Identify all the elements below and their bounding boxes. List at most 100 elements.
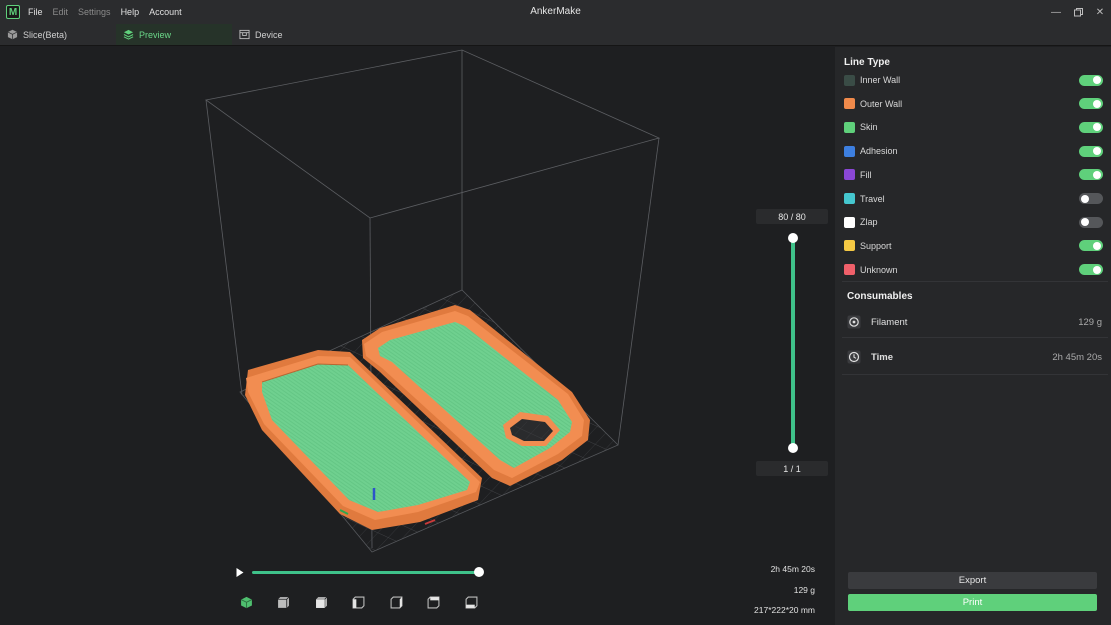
toggle-knob	[1093, 147, 1101, 156]
line-type-row: Zlap	[844, 211, 1103, 233]
tab-preview[interactable]: Preview	[116, 24, 232, 45]
layer-slider-bottom-handle[interactable]	[788, 443, 798, 453]
line-type-label: Unknown	[860, 264, 898, 275]
left-view-icon	[352, 596, 365, 608]
line-type-color-swatch	[844, 145, 855, 157]
line-type-toggle[interactable]	[1079, 216, 1103, 228]
filament-value: 129 g	[1078, 316, 1102, 328]
line-type-row: Adhesion	[844, 140, 1103, 162]
view-back-button[interactable]	[426, 594, 442, 610]
play-icon[interactable]	[235, 567, 245, 578]
playback-progress-track[interactable]	[252, 571, 480, 574]
tab-device[interactable]: Device	[232, 24, 348, 45]
line-type-label: Adhesion	[860, 146, 898, 157]
line-type-row: Travel	[844, 188, 1103, 210]
view-right-button[interactable]	[388, 594, 404, 610]
toggle-knob	[1081, 218, 1089, 227]
line-type-color-swatch	[844, 193, 855, 204]
layer-bottom-counter[interactable]: 1 / 1	[756, 461, 828, 476]
toggle-knob	[1093, 265, 1101, 274]
export-button[interactable]: Export	[848, 572, 1097, 589]
consumables-title: Consumables	[847, 291, 913, 302]
view-front-button[interactable]	[276, 594, 292, 610]
toggle-knob	[1093, 76, 1101, 84]
line-type-color-swatch	[844, 98, 855, 110]
line-type-row: Unknown	[844, 259, 1103, 281]
menu-settings[interactable]: Settings	[78, 7, 111, 17]
line-type-row: Support	[844, 235, 1103, 257]
print-time-stat: 2h 45m 20s	[770, 564, 815, 574]
toggle-knob	[1093, 170, 1101, 179]
back-view-icon	[427, 596, 440, 608]
line-type-title: Line Type	[844, 57, 890, 68]
line-type-label: Travel	[860, 193, 885, 204]
line-type-label: Skin	[860, 122, 878, 133]
divider	[842, 337, 1108, 338]
line-type-toggle[interactable]	[1079, 98, 1103, 110]
layer-slider-top-handle[interactable]	[788, 233, 798, 243]
line-type-label: Inner Wall	[860, 75, 901, 85]
print-weight-stat: 129 g	[793, 585, 815, 595]
preview-viewport[interactable]: 80 / 80 1 / 1	[0, 47, 834, 625]
menu-account[interactable]: Account	[149, 7, 182, 17]
menu-help[interactable]: Help	[121, 7, 140, 17]
filament-row: Filament 129 g	[847, 312, 1102, 332]
model-dimensions-stat: 217*222*20 mm	[754, 605, 815, 615]
line-type-toggle[interactable]	[1079, 145, 1103, 157]
time-row: Time 2h 45m 20s	[847, 347, 1102, 367]
clock-icon	[847, 350, 861, 364]
line-type-row: Fill	[844, 164, 1103, 186]
line-type-label: Outer Wall	[860, 98, 903, 109]
minimize-icon[interactable]: —	[1045, 0, 1067, 24]
right-view-icon	[390, 596, 402, 608]
tab-bar: Slice(Beta) Preview Device	[0, 24, 1111, 46]
line-type-row: Outer Wall	[844, 93, 1103, 115]
line-type-toggle[interactable]	[1079, 74, 1103, 86]
line-type-row: Skin	[844, 116, 1103, 138]
playback-progress-handle[interactable]	[474, 567, 484, 577]
line-type-color-swatch	[844, 121, 855, 133]
app-logo: M	[6, 5, 20, 19]
line-type-toggle[interactable]	[1079, 264, 1103, 276]
menu-file[interactable]: File	[28, 7, 43, 17]
view-left-button[interactable]	[351, 594, 367, 610]
toggle-knob	[1093, 241, 1101, 250]
toggle-knob	[1093, 123, 1101, 132]
restore-icon[interactable]	[1067, 0, 1089, 24]
divider	[842, 281, 1108, 282]
line-type-label: Zlap	[860, 217, 878, 228]
line-type-toggle[interactable]	[1079, 169, 1103, 181]
view-bottom-button[interactable]	[463, 594, 479, 610]
view-top-button[interactable]	[313, 594, 329, 610]
filament-spool-icon	[847, 315, 861, 329]
top-view-icon	[315, 596, 327, 608]
toggle-knob	[1081, 194, 1089, 203]
line-type-color-swatch	[844, 169, 855, 181]
tab-slice[interactable]: Slice(Beta)	[0, 24, 116, 45]
layers-icon	[123, 29, 134, 40]
cube-icon	[7, 29, 18, 40]
line-type-color-swatch	[844, 74, 855, 86]
bottom-view-icon	[465, 596, 477, 608]
line-type-toggle[interactable]	[1079, 121, 1103, 133]
title-bar: M File Edit Settings Help Account AnkerM…	[0, 0, 1111, 24]
line-type-row: Inner Wall	[844, 69, 1103, 91]
divider	[842, 374, 1108, 375]
menu-edit[interactable]: Edit	[53, 7, 69, 17]
front-view-icon	[278, 596, 290, 608]
line-type-toggle[interactable]	[1079, 193, 1103, 204]
line-type-color-swatch	[844, 264, 855, 276]
iso-view-icon	[240, 596, 252, 608]
line-type-toggle[interactable]	[1079, 240, 1103, 252]
preview-settings-panel: Line Type Inner Wall Outer Wall Skin Adhesi…	[835, 47, 1111, 625]
print-button[interactable]: Print	[848, 594, 1097, 611]
layer-slider-track[interactable]	[791, 238, 795, 448]
layer-top-counter[interactable]: 80 / 80	[756, 209, 828, 224]
view-iso-button[interactable]	[238, 594, 254, 610]
toggle-knob	[1093, 99, 1101, 108]
line-type-color-swatch	[844, 240, 855, 252]
filament-label: Filament	[871, 316, 908, 328]
menu-bar: File Edit Settings Help Account	[28, 7, 192, 17]
printer-icon	[239, 29, 250, 40]
close-icon[interactable]: ✕	[1089, 0, 1111, 24]
